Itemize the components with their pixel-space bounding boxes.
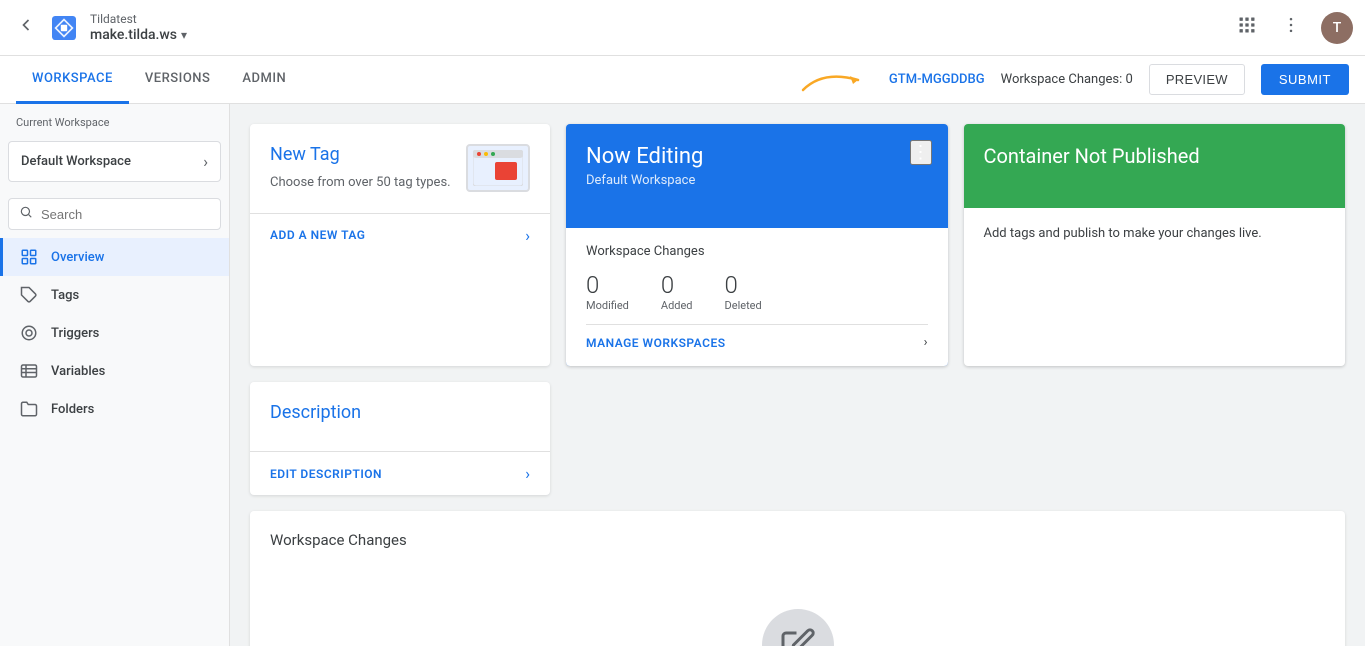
gtm-id-annotation [793,65,873,95]
sidebar-item-folders[interactable]: Folders [0,390,229,428]
description-card: Description EDIT DESCRIPTION › [250,382,550,495]
modified-label: Modified [586,299,629,312]
site-url[interactable]: make.tilda.ws ▾ [90,27,187,43]
changes-row: 0 Modified 0 Added 0 Deleted [586,271,928,312]
tab-versions[interactable]: VERSIONS [129,56,227,104]
workspace-changes-section: Workspace Changes [250,511,1345,646]
sidebar-item-label-folders: Folders [51,402,94,417]
tags-icon [19,286,39,304]
main-layout: Current Workspace Default Workspace › [0,104,1365,646]
container-not-published-card: Container Not Published Add tags and pub… [964,124,1346,366]
search-icon [19,205,33,223]
folders-icon [19,400,39,418]
modified-count: 0 [586,271,629,299]
new-tag-title: New Tag [270,144,451,165]
triggers-icon [19,324,39,342]
avatar[interactable]: T [1321,12,1353,44]
top-cards-row: New Tag Choose from over 50 tag types. [250,124,1345,366]
not-published-title: Container Not Published [984,144,1326,168]
current-workspace-label: Current Workspace [0,104,229,129]
nav-tabs: WORKSPACE VERSIONS ADMIN GTM-MGGDDBG Wor… [0,56,1365,104]
gtm-logo [48,12,80,44]
workspace-changes-title: Workspace Changes [586,244,928,259]
manage-workspaces-arrow-icon: › [924,335,928,350]
pencil-svg [780,627,816,646]
search-box[interactable] [8,198,221,230]
workspace-changes-section-wrapper [566,382,1345,495]
now-editing-title: Now Editing [586,144,928,169]
pencil-circle-icon [762,609,834,646]
workspace-name: Default Workspace [21,154,131,169]
description-title: Description [270,402,530,423]
new-tag-card: New Tag Choose from over 50 tag types. [250,124,550,366]
browser-svg [473,150,523,186]
edit-description-arrow-icon: › [525,464,530,483]
add-tag-arrow-icon: › [525,226,530,245]
add-new-tag-link[interactable]: ADD A NEW TAG › [250,213,550,257]
sidebar-item-tags[interactable]: Tags [0,276,229,314]
added-count: 0 [661,271,693,299]
content-area: New Tag Choose from over 50 tag types. [230,104,1365,646]
sidebar: Current Workspace Default Workspace › [0,104,230,646]
new-tag-description: Choose from over 50 tag types. [270,173,451,193]
grid-button[interactable] [1233,11,1261,44]
preview-button[interactable]: PREVIEW [1149,64,1245,95]
workspace-changes-empty-state [270,589,1325,646]
edit-description-label: EDIT DESCRIPTION [270,467,382,481]
now-editing-card: ⋮ Now Editing Default Workspace Workspac… [566,124,948,366]
sidebar-item-variables[interactable]: Variables [0,352,229,390]
site-name: Tildatest [90,12,187,26]
top-bar-left: Tildatest make.tilda.ws ▾ [12,11,1233,45]
manage-workspaces-link[interactable]: MANAGE WORKSPACES › [586,324,928,350]
tab-admin[interactable]: ADMIN [226,56,302,104]
change-modified: 0 Modified [586,271,629,312]
workspace-changes-count: Workspace Changes: 0 [1001,72,1133,87]
workspace-changes-section-title: Workspace Changes [270,531,1325,549]
manage-workspaces-label: MANAGE WORKSPACES [586,336,726,350]
more-options-button[interactable] [1277,11,1305,44]
sidebar-item-label-overview: Overview [51,250,104,265]
variables-icon [19,362,39,380]
sidebar-item-label-tags: Tags [51,288,79,303]
workspace-chevron-icon: › [203,152,208,171]
bottom-cards-row: Description EDIT DESCRIPTION › [250,382,1345,495]
not-published-description: Add tags and publish to make your change… [984,224,1326,245]
sidebar-item-label-triggers: Triggers [51,326,99,341]
sidebar-item-overview[interactable]: Overview [0,238,229,276]
added-label: Added [661,299,693,312]
deleted-label: Deleted [725,299,762,312]
search-input[interactable] [41,207,210,222]
back-button[interactable] [12,11,40,45]
now-editing-subtitle: Default Workspace [586,173,928,188]
change-deleted: 0 Deleted [725,271,762,312]
add-tag-label: ADD A NEW TAG [270,228,365,242]
nav-tab-actions: GTM-MGGDDBG Workspace Changes: 0 PREVIEW… [793,64,1349,95]
now-editing-menu-button[interactable]: ⋮ [910,140,932,165]
arrow-svg [793,65,873,95]
tag-browser-icon [466,144,530,192]
tag-icon-area [466,144,530,192]
sidebar-item-label-variables: Variables [51,364,105,379]
gtm-container-id[interactable]: GTM-MGGDDBG [889,72,985,87]
sidebar-item-triggers[interactable]: Triggers [0,314,229,352]
submit-button[interactable]: SUBMIT [1261,64,1349,95]
top-bar: Tildatest make.tilda.ws ▾ T [0,0,1365,56]
url-dropdown-arrow[interactable]: ▾ [181,28,187,42]
deleted-count: 0 [725,271,762,299]
overview-icon [19,248,39,266]
site-info: Tildatest make.tilda.ws ▾ [90,12,187,42]
top-bar-right: T [1233,11,1353,44]
tab-workspace[interactable]: WORKSPACE [16,56,129,104]
workspace-selector[interactable]: Default Workspace › [8,141,221,182]
edit-description-link[interactable]: EDIT DESCRIPTION › [250,451,550,495]
change-added: 0 Added [661,271,693,312]
